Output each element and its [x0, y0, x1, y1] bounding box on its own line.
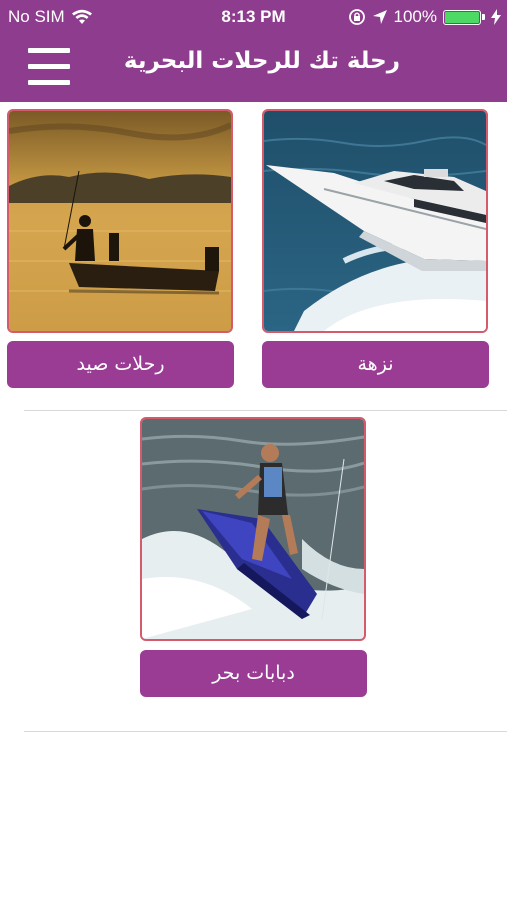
hamburger-menu-icon[interactable]	[28, 44, 70, 90]
rotation-lock-icon	[348, 8, 366, 26]
category-button-jet-skis[interactable]: دبابات بحر	[140, 650, 367, 697]
category-image-fishing-boat[interactable]	[7, 109, 233, 333]
charging-bolt-icon	[491, 9, 501, 25]
category-button-fishing-trips[interactable]: رحلات صيد	[7, 341, 234, 388]
battery-icon	[443, 9, 481, 25]
battery-percent: 100%	[393, 7, 437, 26]
page-title: رحلة تك للرحلات البحرية	[123, 48, 400, 74]
bottom-divider	[24, 731, 507, 732]
status-bar: No SIM 8:13 PM 100%	[0, 0, 507, 34]
category-image-jet-ski[interactable]	[140, 417, 366, 641]
category-button-picnic[interactable]: نزهة	[262, 341, 489, 388]
app-header: رحلة تك للرحلات البحرية	[0, 34, 507, 102]
status-right: 100%	[348, 7, 501, 27]
category-image-yacht[interactable]	[262, 109, 488, 333]
location-arrow-icon	[372, 9, 388, 25]
row-divider	[24, 410, 507, 411]
